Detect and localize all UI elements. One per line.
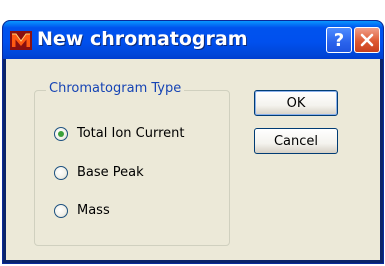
radio-selected-dot xyxy=(58,130,64,137)
radio-label: Mass xyxy=(77,203,110,218)
cancel-button[interactable]: Cancel xyxy=(254,128,338,154)
dialog-client-area: Chromatogram Type Total Ion Current Base… xyxy=(6,59,380,260)
radio-base-peak[interactable]: Base Peak xyxy=(54,165,144,180)
radio-indicator[interactable] xyxy=(54,126,68,141)
close-button[interactable] xyxy=(354,27,380,53)
title-bar[interactable]: New chromatogram ? xyxy=(3,21,383,59)
app-logo-icon xyxy=(10,31,32,50)
ok-button[interactable]: OK xyxy=(254,90,338,116)
radio-total-ion-current[interactable]: Total Ion Current xyxy=(54,126,184,141)
help-button[interactable]: ? xyxy=(326,27,352,53)
radio-label: Base Peak xyxy=(77,165,144,180)
dialog-window: New chromatogram ? Chromatogram Type Tot… xyxy=(2,20,384,264)
radio-indicator[interactable] xyxy=(54,165,68,180)
radio-indicator[interactable] xyxy=(54,203,68,218)
radio-label: Total Ion Current xyxy=(77,126,185,141)
close-x-icon xyxy=(360,33,374,47)
group-title: Chromatogram Type xyxy=(46,81,185,96)
radio-mass[interactable]: Mass xyxy=(54,203,110,218)
dialog-title: New chromatogram xyxy=(37,28,248,50)
help-question-icon: ? xyxy=(333,29,345,51)
